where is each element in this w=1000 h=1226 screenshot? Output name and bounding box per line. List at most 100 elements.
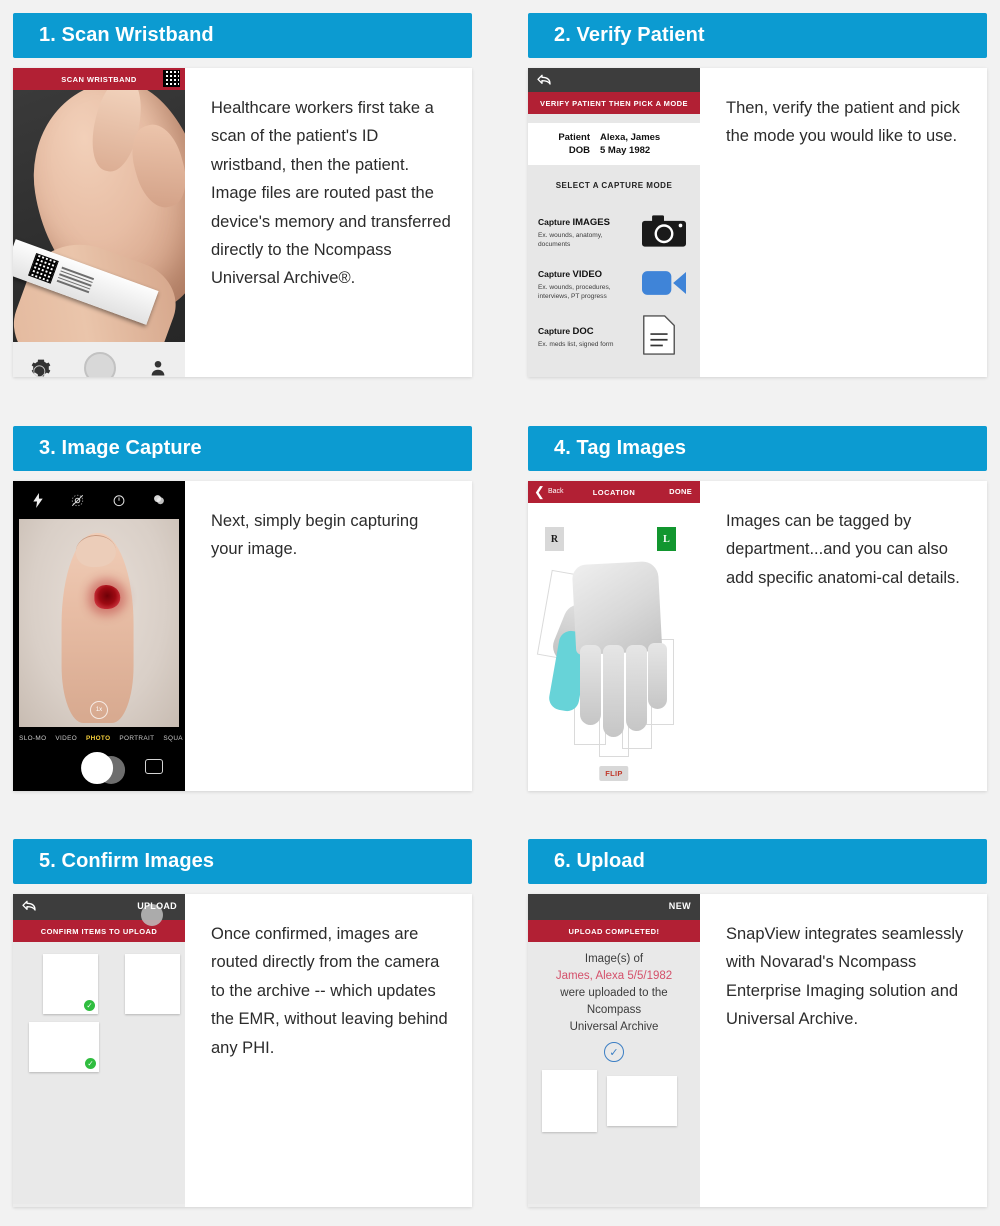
camera-mode-slomo[interactable]: SLO-MO: [19, 735, 46, 742]
capture-mode-list: SELECT A CAPTURE MODE Capture IMAGES Ex.…: [528, 165, 700, 377]
check-circle-icon: ✓: [85, 1058, 96, 1069]
scan-wristband-bar: SCAN WRISTBAND: [13, 68, 185, 90]
panel-body-2: VERIFY PATIENT THEN PICK A MODE Patient …: [528, 68, 987, 377]
upload-status-label: UPLOAD COMPLETED!: [568, 926, 660, 936]
patient-info-block: Patient Alexa, James DOB 5 May 1982: [528, 123, 700, 165]
phone-mock-confirm-images: UPLOAD CONFIRM ITEMS TO UPLOAD ✓ ✓: [13, 894, 185, 1207]
panel-body-4: ❮ Back LOCATION DONE R L FLIP Images can…: [528, 481, 987, 791]
thumbnail-item[interactable]: ✓: [29, 1022, 99, 1072]
panel-upload: 6. Upload NEW UPLOAD COMPLETED! Image(s)…: [528, 839, 987, 1207]
dob-value: 5 May 1982: [600, 145, 651, 156]
panel-body-3: 1x SLO-MO VIDEO PHOTO PORTRAIT SQUA Next…: [13, 481, 472, 791]
upload-button[interactable]: UPLOAD: [137, 901, 177, 911]
upload-message-line2: were uploaded to the: [560, 987, 668, 1000]
video-camera-icon[interactable]: [642, 264, 690, 302]
panel-body-1: SCAN WRISTBAND Healthcare workers first …: [13, 68, 472, 377]
camera-screen: 1x SLO-MO VIDEO PHOTO PORTRAIT SQUA: [13, 481, 185, 791]
new-button[interactable]: NEW: [669, 901, 691, 911]
mode-capture-doc[interactable]: Capture DOC Ex. meds list, signed form: [528, 315, 700, 368]
camera-mode-square[interactable]: SQUA: [163, 735, 183, 742]
patient-label: Patient: [558, 132, 590, 143]
chevron-left-icon[interactable]: ❮: [534, 485, 545, 498]
wristband-photo: [13, 90, 185, 342]
panel-title-5: 5. Confirm Images: [13, 839, 472, 884]
mode-capture-video[interactable]: Capture VIDEO Ex. wounds, procedures, in…: [528, 264, 700, 316]
camera-top-controls: [13, 481, 185, 519]
back-button[interactable]: Back: [548, 488, 564, 495]
side-right-button[interactable]: R: [545, 527, 564, 551]
hand-diagram[interactable]: [536, 559, 696, 759]
location-nav-title: LOCATION: [592, 488, 636, 497]
camera-mode-portrait[interactable]: PORTRAIT: [119, 735, 154, 742]
filters-icon[interactable]: [152, 493, 166, 507]
live-photo-off-icon[interactable]: [70, 493, 85, 508]
thumbnail-grid: ✓ ✓: [13, 942, 185, 1122]
panel-description-1: Healthcare workers first take a scan of …: [211, 99, 451, 288]
panel-title-3: 3. Image Capture: [13, 426, 472, 471]
zoom-level-button[interactable]: 1x: [90, 701, 108, 719]
gear-icon[interactable]: [31, 358, 51, 377]
mode-images-text: Capture IMAGES Ex. wounds, anatomy, docu…: [538, 212, 636, 250]
camera-icon[interactable]: [642, 212, 690, 250]
phone-mock-scan-wristband: SCAN WRISTBAND: [13, 68, 185, 377]
upload-message-line4: Universal Archive: [569, 1021, 659, 1034]
camera-viewfinder: 1x: [19, 519, 179, 727]
shutter-button[interactable]: [84, 352, 116, 377]
mode-video-title: Capture VIDEO: [538, 269, 603, 281]
camera-mode-selector[interactable]: SLO-MO VIDEO PHOTO PORTRAIT SQUA: [13, 727, 185, 749]
camera-mode-photo[interactable]: PHOTO: [86, 735, 110, 742]
check-circle-outline-icon: ✓: [604, 1042, 624, 1063]
person-icon[interactable]: [149, 358, 167, 377]
thumbnail-item[interactable]: [125, 954, 180, 1014]
pinky-finger-shape: [648, 643, 667, 709]
panel-image-capture: 3. Image Capture 1x SLO-MO VIDEO PHOTO P…: [13, 426, 472, 791]
verify-instruction-label: VERIFY PATIENT THEN PICK A MODE: [540, 98, 688, 108]
mode-doc-examples: Ex. meds list, signed form: [538, 340, 614, 348]
panel-description-5: Once confirmed, images are routed direct…: [211, 925, 448, 1057]
panel-description-4: Images can be tagged by department...and…: [726, 512, 960, 587]
verify-instruction-bar: VERIFY PATIENT THEN PICK A MODE: [528, 92, 700, 114]
steps-grid: 1. Scan Wristband SCAN WRISTBAND Healthc…: [0, 0, 1000, 1226]
panel-title-1: 1. Scan Wristband: [13, 13, 472, 58]
panel-title-2: 2. Verify Patient: [528, 13, 987, 58]
phone-mock-image-capture: 1x SLO-MO VIDEO PHOTO PORTRAIT SQUA: [13, 481, 185, 791]
shutter-button[interactable]: [81, 752, 114, 784]
upload-message-line3: Ncompass: [586, 1004, 642, 1017]
thumbnail-item[interactable]: [542, 1070, 597, 1133]
index-finger-shape: [580, 645, 601, 725]
patient-name-row: Patient Alexa, James: [528, 132, 700, 143]
camera-mode-video[interactable]: VIDEO: [55, 735, 77, 742]
panel-description-6: SnapView integrates seamlessly with Nova…: [726, 925, 964, 1029]
panel-title-6: 6. Upload: [528, 839, 987, 884]
thumbnail-item[interactable]: ✓: [43, 954, 98, 1014]
dob-label: DOB: [568, 145, 590, 156]
camera-toolbar: [13, 342, 185, 377]
middle-finger-shape: [603, 645, 624, 737]
upload-nav-bar: NEW: [528, 894, 700, 920]
patient-value: Alexa, James: [600, 132, 661, 143]
upload-status-bar: UPLOAD COMPLETED!: [528, 920, 700, 942]
flip-camera-icon[interactable]: [145, 759, 163, 774]
mode-doc-text: Capture DOC Ex. meds list, signed form: [538, 321, 636, 350]
timer-icon[interactable]: [112, 493, 126, 507]
phone-mock-tag-images: ❮ Back LOCATION DONE R L FLIP: [528, 481, 700, 791]
flip-button[interactable]: FLIP: [599, 766, 629, 781]
back-arrow-icon[interactable]: [536, 72, 552, 88]
back-arrow-icon[interactable]: [21, 898, 37, 914]
mode-doc-title: Capture DOC: [538, 325, 594, 337]
mode-images-examples: Ex. wounds, anatomy, documents: [538, 232, 603, 248]
wound-shape: [94, 585, 121, 609]
phone-mock-verify-patient: VERIFY PATIENT THEN PICK A MODE Patient …: [528, 68, 700, 377]
upload-message-line1: Image(s) of: [584, 953, 644, 965]
palm-shape: [571, 560, 663, 656]
thumbnail-item[interactable]: [607, 1076, 677, 1127]
document-icon[interactable]: [642, 315, 690, 355]
mode-capture-images[interactable]: Capture IMAGES Ex. wounds, anatomy, docu…: [528, 212, 700, 264]
done-button[interactable]: DONE: [669, 487, 692, 496]
panel-body-5: UPLOAD CONFIRM ITEMS TO UPLOAD ✓ ✓ Once …: [13, 894, 472, 1207]
qr-code-icon: [163, 70, 180, 87]
confirm-instruction-label: CONFIRM ITEMS TO UPLOAD: [40, 926, 158, 936]
spacer: [528, 114, 700, 123]
side-left-button[interactable]: L: [657, 527, 676, 551]
flash-icon[interactable]: [32, 492, 44, 508]
